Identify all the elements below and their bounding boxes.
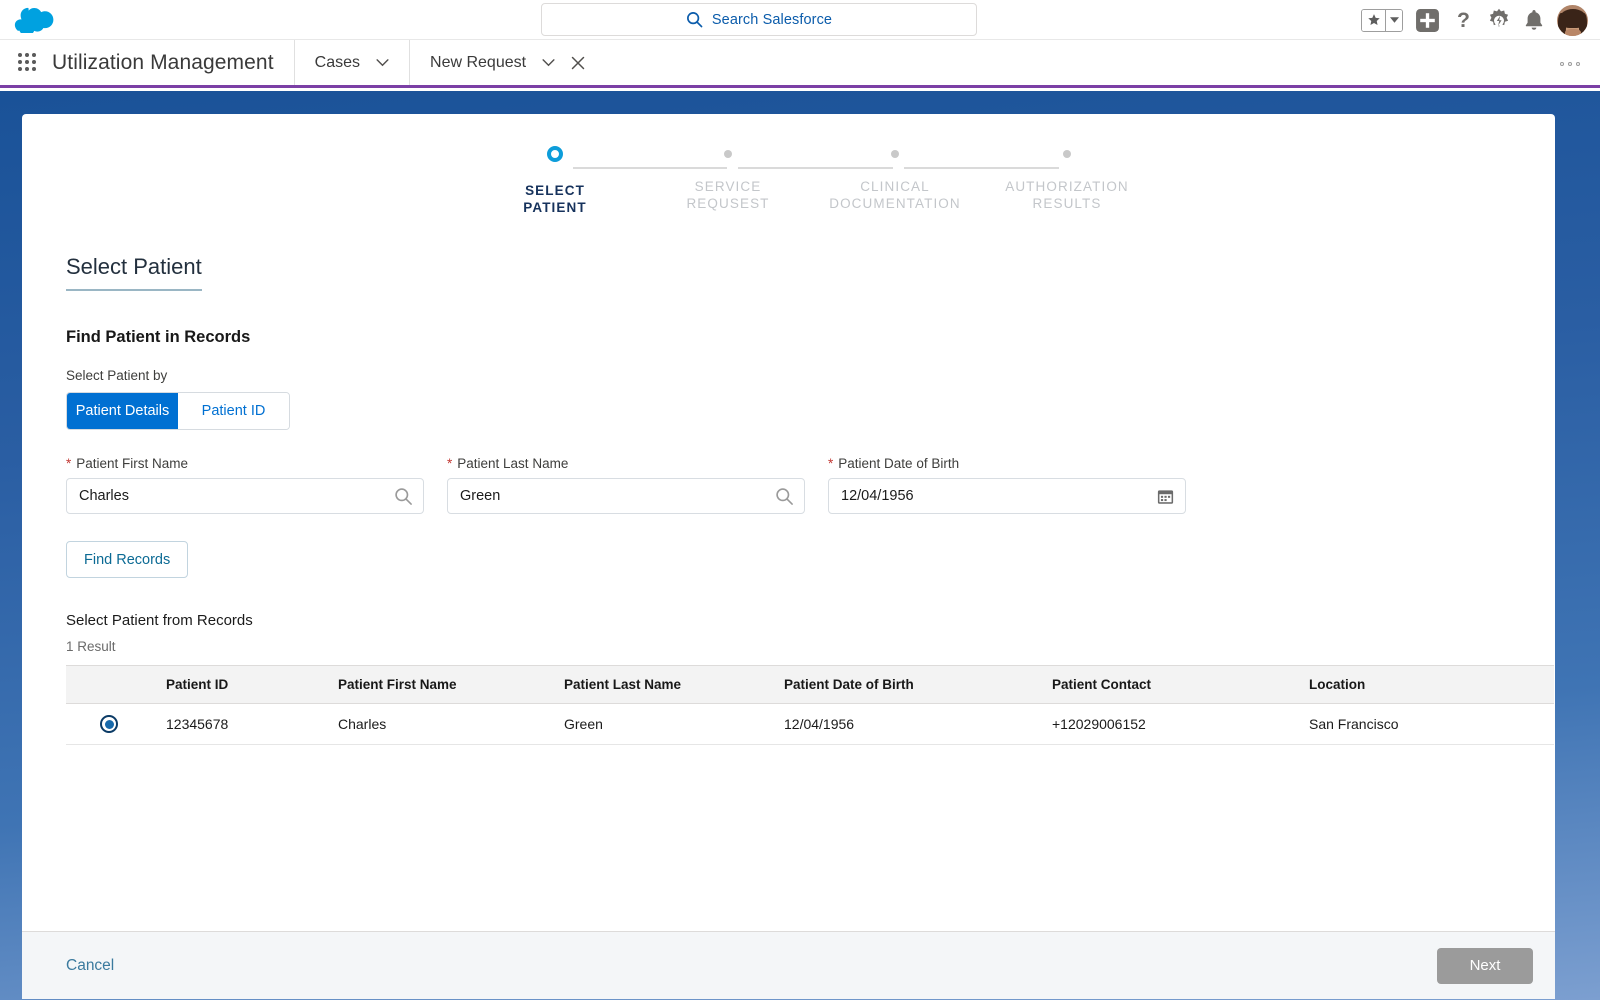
global-search[interactable]: Search Salesforce	[541, 3, 977, 36]
cell-patient-last-name: Green	[564, 703, 784, 745]
favorites-group[interactable]	[1361, 8, 1403, 32]
header-icon-group: ?	[1361, 0, 1588, 40]
field-patient-first-name: * Patient First Name	[66, 456, 424, 514]
cell-patient-dob: 12/04/1956	[784, 703, 1052, 745]
patient-search-fields: * Patient First Name * Patient Last Name	[66, 456, 1531, 514]
column-select	[66, 665, 166, 704]
search-icon[interactable]	[394, 487, 413, 506]
patient-first-name-input[interactable]	[66, 478, 424, 514]
progress-step-service-request[interactable]: SERVICE REQUSEST	[648, 146, 808, 212]
required-indicator: *	[66, 456, 72, 471]
required-indicator: *	[828, 456, 834, 471]
required-indicator: *	[447, 456, 453, 471]
new-request-wizard-card: SELECT PATIENT SERVICE REQUSEST CLINICAL…	[22, 114, 1555, 999]
plus-square-icon[interactable]	[1415, 8, 1440, 33]
toggle-patient-id[interactable]: Patient ID	[178, 393, 289, 429]
progress-step-select-patient[interactable]: SELECT PATIENT	[475, 146, 635, 216]
app-launcher-grid-icon[interactable]	[18, 52, 38, 73]
cell-patient-id: 12345678	[166, 703, 338, 745]
column-patient-last-name: Patient Last Name	[564, 665, 784, 704]
salesforce-cloud-logo[interactable]	[12, 5, 56, 35]
table-body: 12345678 Charles Green 12/04/1956 +12029…	[66, 703, 1554, 745]
column-patient-first-name: Patient First Name	[338, 665, 564, 704]
gear-icon[interactable]	[1487, 8, 1511, 32]
field-label-text: Patient First Name	[76, 456, 189, 471]
progress-step-authorization-results[interactable]: AUTHORIZATION RESULTS	[957, 146, 1177, 212]
toggle-patient-details[interactable]: Patient Details	[67, 393, 178, 429]
tab-new-request-label: New Request	[430, 53, 527, 71]
chevron-down-icon[interactable]	[376, 58, 389, 67]
table-header: Patient ID Patient First Name Patient La…	[66, 665, 1554, 704]
step-dot-active	[547, 146, 563, 162]
cancel-button[interactable]: Cancel	[66, 957, 114, 975]
bell-icon[interactable]	[1523, 8, 1545, 32]
field-label: * Patient First Name	[66, 456, 424, 471]
patient-records-table: Patient ID Patient First Name Patient La…	[66, 665, 1554, 745]
chevron-down-glyph	[1389, 17, 1399, 23]
favorites-chevron-down-icon[interactable]	[1385, 9, 1402, 31]
field-patient-last-name: * Patient Last Name	[447, 456, 805, 514]
app-name-container: Utilization Management	[0, 40, 295, 85]
progress-step-label: SERVICE REQUSEST	[686, 179, 770, 211]
progress-step-label: AUTHORIZATION RESULTS	[1005, 179, 1129, 211]
result-count: 1 Result	[66, 639, 116, 654]
field-label: * Patient Date of Birth	[828, 456, 1186, 471]
wizard-footer: Cancel Next	[22, 931, 1555, 999]
progress-step-label: SELECT PATIENT	[523, 183, 587, 215]
step-dot	[891, 150, 899, 158]
app-name: Utilization Management	[52, 50, 274, 74]
field-label: * Patient Last Name	[447, 456, 805, 471]
next-button[interactable]: Next	[1437, 947, 1533, 984]
tab-cases-label: Cases	[314, 53, 361, 71]
page-title: Select Patient	[66, 254, 202, 291]
search-icon	[686, 12, 703, 28]
global-header: Search Salesforce ?	[0, 0, 1600, 40]
select-patient-by-label: Select Patient by	[66, 368, 168, 383]
tab-bar: Utilization Management Cases New Request	[0, 40, 1600, 88]
row-select-cell[interactable]	[66, 703, 166, 745]
close-icon[interactable]	[571, 56, 585, 70]
column-patient-contact: Patient Contact	[1052, 665, 1309, 704]
search-input[interactable]: Search Salesforce	[541, 3, 977, 36]
search-placeholder: Search Salesforce	[711, 11, 833, 28]
cell-location: San Francisco	[1309, 703, 1554, 745]
tab-cases[interactable]: Cases	[295, 40, 411, 85]
plus-square-glyph	[1416, 8, 1439, 32]
star-glyph	[1367, 14, 1380, 26]
notifications-glyph	[1525, 10, 1543, 30]
column-location: Location	[1309, 665, 1554, 704]
table-header-row: Patient ID Patient First Name Patient La…	[66, 665, 1554, 704]
select-patient-by-toggle: Patient Details Patient ID	[66, 392, 290, 430]
star-icon[interactable]	[1362, 9, 1385, 31]
step-dot	[1063, 150, 1071, 158]
cloud-icon	[14, 7, 54, 33]
field-label-text: Patient Last Name	[457, 456, 569, 471]
help-glyph: ?	[1457, 9, 1470, 32]
more-options-icon[interactable]	[1560, 40, 1580, 88]
svg-text:?: ?	[1457, 9, 1470, 32]
search-icon[interactable]	[775, 487, 794, 506]
question-mark-icon[interactable]: ?	[1452, 8, 1475, 33]
find-patient-heading: Find Patient in Records	[66, 328, 251, 346]
cell-patient-first-name: Charles	[338, 703, 564, 745]
patient-last-name-input[interactable]	[447, 478, 805, 514]
setup-gear-glyph	[1489, 8, 1509, 27]
calendar-icon[interactable]	[1156, 487, 1175, 506]
patient-dob-input[interactable]	[828, 478, 1186, 514]
progress-indicator: SELECT PATIENT SERVICE REQUSEST CLINICAL…	[22, 146, 1555, 241]
field-label-text: Patient Date of Birth	[838, 456, 960, 471]
wizard-body: Select Patient Find Patient in Records S…	[66, 254, 1554, 745]
column-patient-dob: Patient Date of Birth	[784, 665, 1052, 704]
tab-new-request[interactable]: New Request	[410, 40, 605, 85]
chevron-down-icon[interactable]	[542, 58, 555, 67]
field-patient-date-of-birth: * Patient Date of Birth	[828, 456, 1186, 514]
find-records-button[interactable]: Find Records	[66, 541, 189, 578]
table-row[interactable]: 12345678 Charles Green 12/04/1956 +12029…	[66, 703, 1554, 745]
column-patient-id: Patient ID	[166, 665, 338, 704]
step-dot	[724, 150, 732, 158]
select-from-records-heading: Select Patient from Records	[66, 612, 253, 629]
row-radio-button[interactable]	[100, 715, 118, 733]
avatar[interactable]	[1557, 4, 1588, 36]
cell-patient-contact: +12029006152	[1052, 703, 1309, 745]
